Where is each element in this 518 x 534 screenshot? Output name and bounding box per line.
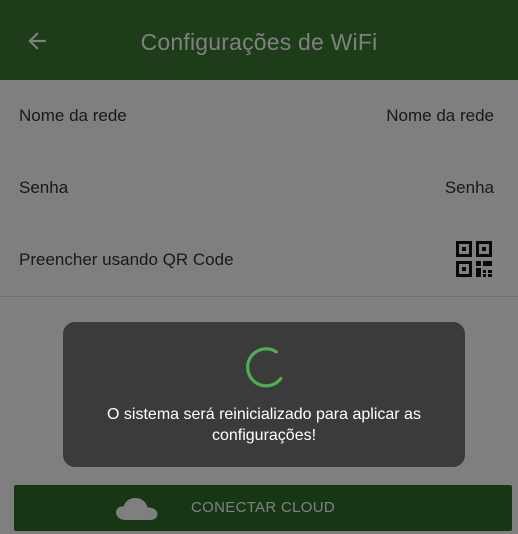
dialog-message: O sistema será reinicializado para aplic… xyxy=(107,406,421,444)
loading-dialog: O sistema será reinicializado para aplic… xyxy=(63,322,465,467)
loading-spinner-icon xyxy=(246,347,283,388)
